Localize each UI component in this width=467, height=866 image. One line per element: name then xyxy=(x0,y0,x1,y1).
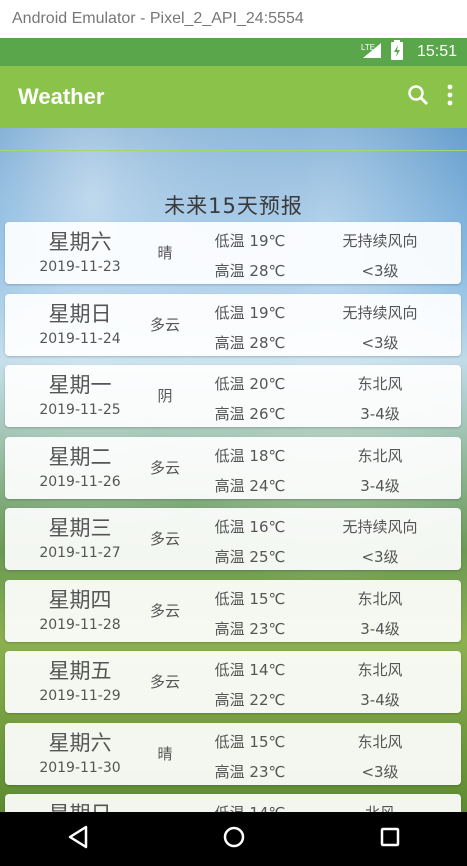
forecast-wind-level: <3级 xyxy=(361,548,399,566)
forecast-day: 星期五 xyxy=(48,659,112,683)
forecast-wind: 东北风 xyxy=(357,733,403,751)
forecast-condition: 晴 xyxy=(157,745,173,763)
forecast-high: 高温 28℃ xyxy=(214,334,286,352)
forecast-wind: 东北风 xyxy=(357,447,403,465)
forecast-high: 高温 26℃ xyxy=(214,405,286,423)
more-vert-icon[interactable] xyxy=(447,84,453,110)
forecast-condition: 晴 xyxy=(157,244,173,262)
forecast-condition: 多云 xyxy=(149,459,180,477)
forecast-low: 低温 16℃ xyxy=(214,518,286,536)
forecast-low: 低温 15℃ xyxy=(214,590,286,608)
forecast-high: 高温 23℃ xyxy=(214,763,286,781)
forecast-condition: 多云 xyxy=(149,530,180,548)
recents-icon[interactable] xyxy=(379,826,401,852)
forecast-wind: 北风 xyxy=(315,802,445,812)
forecast-card[interactable]: 星期二 2019-11-26 多云 低温 18℃ 高温 24℃ 东北风 3-4级 xyxy=(5,437,461,499)
forecast-high: 高温 28℃ xyxy=(214,262,286,280)
forecast-day: 星期六 xyxy=(48,731,112,755)
forecast-card[interactable]: 星期四 2019-11-28 多云 低温 15℃ 高温 23℃ 东北风 3-4级 xyxy=(5,580,461,642)
forecast-date: 2019-11-30 xyxy=(39,760,121,776)
forecast-card[interactable]: 星期日 低温 14℃ 北风 xyxy=(5,794,461,812)
network-type-label: LTE xyxy=(361,43,375,52)
emulator-window-title: Android Emulator - Pixel_2_API_24:5554 xyxy=(0,0,467,38)
forecast-date: 2019-11-23 xyxy=(39,259,121,275)
section-title: 未来15天预报 xyxy=(164,194,303,218)
forecast-card[interactable]: 星期三 2019-11-27 多云 低温 16℃ 高温 25℃ 无持续风向 <3… xyxy=(5,508,461,570)
forecast-wind-level: <3级 xyxy=(361,763,399,781)
search-icon[interactable] xyxy=(407,84,429,110)
forecast-wind-level: 3-4级 xyxy=(360,405,400,423)
forecast-high: 高温 24℃ xyxy=(214,477,286,495)
app-toolbar: Weather xyxy=(0,66,467,128)
forecast-day: 星期六 xyxy=(48,230,112,254)
forecast-low: 低温 18℃ xyxy=(214,447,286,465)
status-time: 15:51 xyxy=(416,43,457,60)
forecast-wind-level: <3级 xyxy=(361,334,399,352)
forecast-low: 低温 19℃ xyxy=(214,232,286,250)
forecast-high: 高温 25℃ xyxy=(214,548,286,566)
forecast-day: 星期日 xyxy=(5,798,155,812)
forecast-high: 高温 22℃ xyxy=(214,691,286,709)
forecast-wind: 东北风 xyxy=(357,590,403,608)
forecast-high: 高温 23℃ xyxy=(214,620,286,638)
forecast-day: 星期三 xyxy=(48,516,112,540)
forecast-card[interactable]: 星期五 2019-11-29 多云 低温 14℃ 高温 22℃ 东北风 3-4级 xyxy=(5,651,461,713)
divider xyxy=(0,150,467,151)
forecast-wind: 无持续风向 xyxy=(342,304,418,322)
forecast-wind: 东北风 xyxy=(357,375,403,393)
forecast-date: 2019-11-25 xyxy=(39,402,121,418)
forecast-low: 低温 19℃ xyxy=(214,304,286,322)
forecast-wind: 无持续风向 xyxy=(342,518,418,536)
forecast-wind: 东北风 xyxy=(357,661,403,679)
forecast-date: 2019-11-29 xyxy=(39,688,121,704)
forecast-card[interactable]: 星期六 2019-11-23 晴 低温 19℃ 高温 28℃ 无持续风向 <3级 xyxy=(5,222,461,284)
forecast-card[interactable]: 星期一 2019-11-25 阴 低温 20℃ 高温 26℃ 东北风 3-4级 xyxy=(5,365,461,427)
forecast-date: 2019-11-24 xyxy=(39,331,121,347)
forecast-condition: 多云 xyxy=(149,316,180,334)
forecast-low: 低温 20℃ xyxy=(214,375,286,393)
forecast-date: 2019-11-26 xyxy=(39,474,121,490)
status-bar: LTE 15:51 xyxy=(0,38,467,66)
forecast-day: 星期一 xyxy=(48,373,112,397)
forecast-condition: 多云 xyxy=(149,602,180,620)
forecast-wind-level: 3-4级 xyxy=(360,477,400,495)
home-icon[interactable] xyxy=(222,825,246,853)
forecast-wind-level: 3-4级 xyxy=(360,691,400,709)
forecast-low: 低温 15℃ xyxy=(214,733,286,751)
forecast-content[interactable]: 未来15天预报 星期六 2019-11-23 晴 低温 19℃ 高温 28℃ 无… xyxy=(0,128,467,812)
app-title: Weather xyxy=(18,84,105,109)
forecast-day: 星期二 xyxy=(48,445,112,469)
forecast-date: 2019-11-27 xyxy=(39,545,121,561)
forecast-day: 星期日 xyxy=(48,302,112,326)
forecast-card[interactable]: 星期日 2019-11-24 多云 低温 19℃ 高温 28℃ 无持续风向 <3… xyxy=(5,294,461,356)
forecast-wind-level: 3-4级 xyxy=(360,620,400,638)
forecast-condition: 多云 xyxy=(149,673,180,691)
forecast-low: 低温 14℃ xyxy=(214,661,286,679)
battery-charging-icon xyxy=(390,40,403,64)
forecast-card[interactable]: 星期六 2019-11-30 晴 低温 15℃ 高温 23℃ 东北风 <3级 xyxy=(5,723,461,785)
forecast-low: 低温 14℃ xyxy=(190,802,310,812)
forecast-condition: 阴 xyxy=(157,387,173,405)
signal-icon: LTE xyxy=(361,41,383,63)
forecast-wind-level: <3级 xyxy=(361,262,399,280)
forecast-date: 2019-11-28 xyxy=(39,617,121,633)
forecast-day: 星期四 xyxy=(48,588,112,612)
system-nav-bar xyxy=(0,812,467,866)
back-icon[interactable] xyxy=(67,825,89,853)
forecast-wind: 无持续风向 xyxy=(342,232,418,250)
